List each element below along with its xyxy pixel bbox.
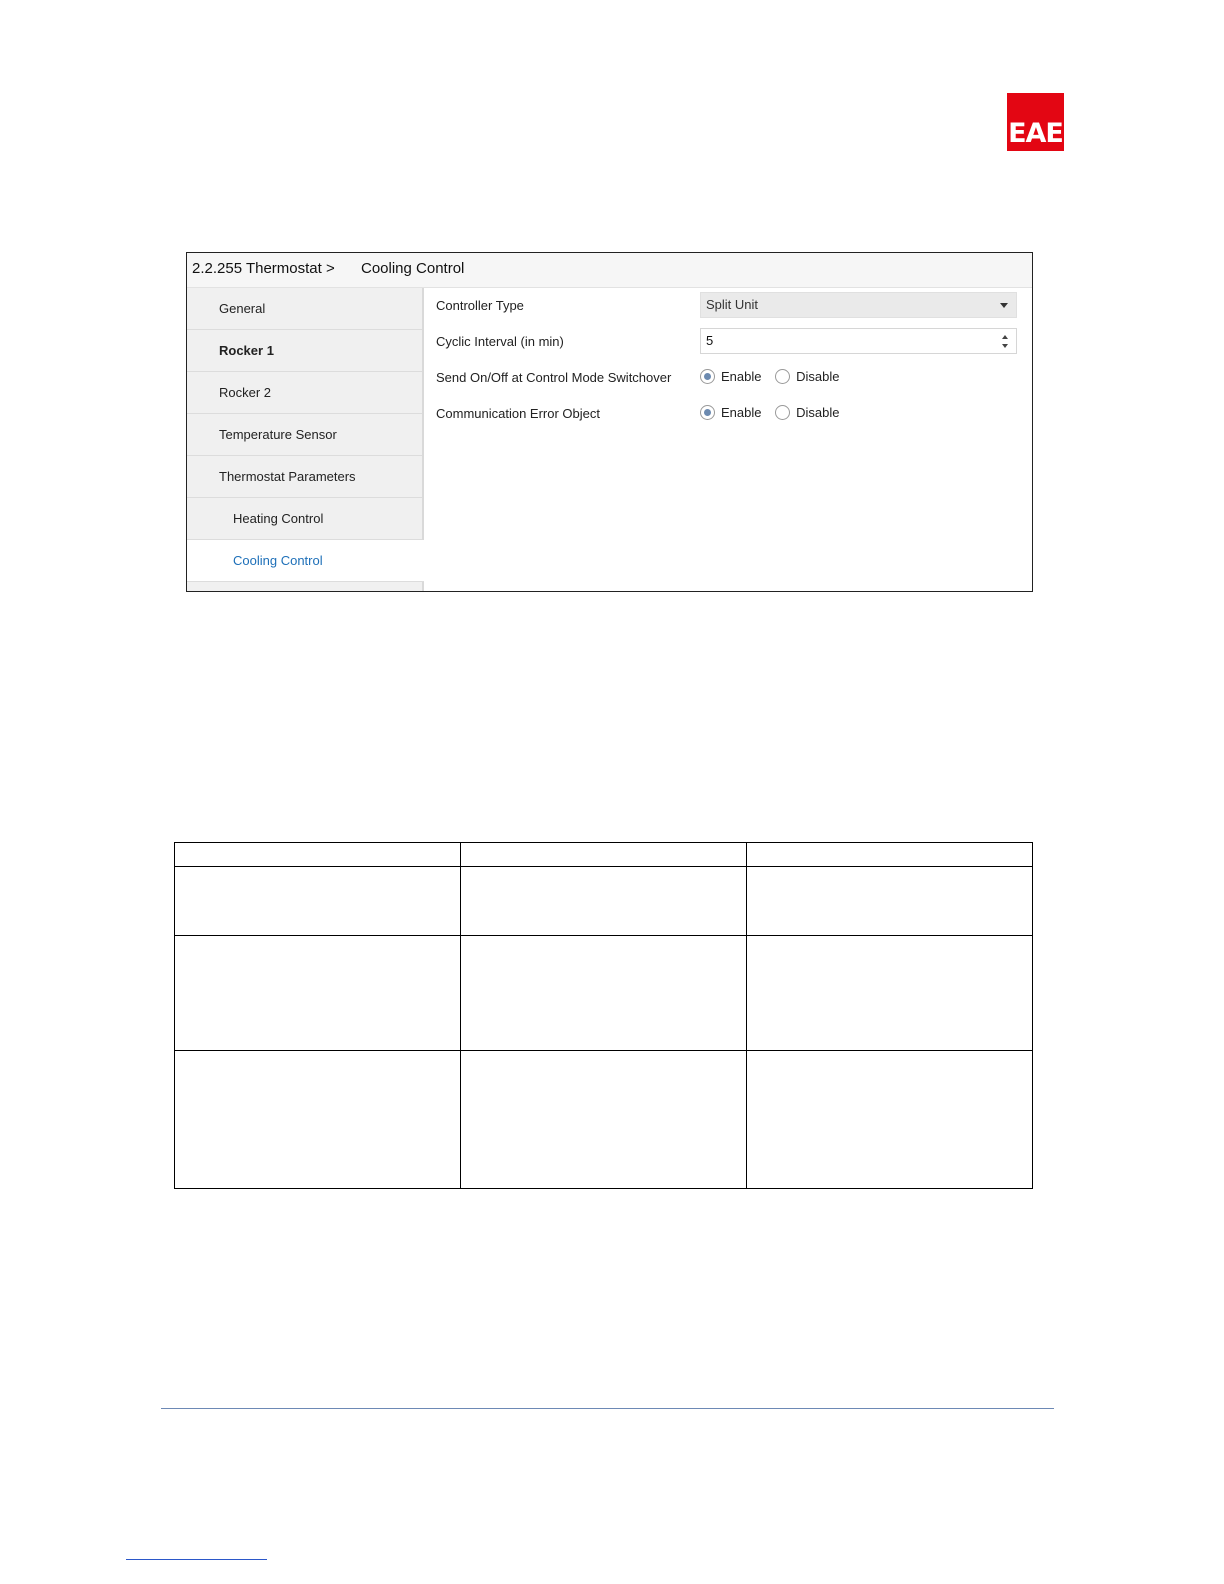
table-cell (459, 935, 748, 1051)
table-cell (174, 866, 461, 936)
table-row (174, 935, 1033, 1051)
table-cell (459, 866, 748, 936)
comm-error-enable-radio[interactable] (700, 405, 715, 421)
cyclic-interval-stepper[interactable]: 5 (700, 328, 1017, 354)
table-cell (746, 842, 1033, 867)
send-onoff-disable-label[interactable]: Disable (796, 369, 839, 384)
table-cell (174, 842, 461, 867)
parameter-window: 2.2.255 Thermostat > Cooling Control Gen… (186, 252, 1033, 592)
table-header-row (174, 842, 1033, 867)
sidebar-item-temperature-sensor[interactable]: Temperature Sensor (187, 414, 422, 456)
sidebar-item-heating-control[interactable]: Heating Control (187, 498, 422, 540)
table-cell (746, 935, 1033, 1051)
controller-type-label: Controller Type (436, 298, 524, 313)
logo-text: EAE (1008, 118, 1064, 149)
footer-divider (161, 1408, 1054, 1409)
breadcrumb: 2.2.255 Thermostat > Cooling Control (187, 253, 1032, 288)
breadcrumb-device[interactable]: 2.2.255 Thermostat > (192, 260, 335, 277)
sidebar-item-thermostat-parameters[interactable]: Thermostat Parameters (187, 456, 422, 498)
footer-link-underline[interactable] (126, 1559, 267, 1560)
comm-error-disable-radio[interactable] (775, 405, 791, 421)
table-row (174, 866, 1033, 936)
cyclic-interval-value[interactable]: 5 (706, 333, 713, 348)
eae-logo: EAE (1007, 93, 1064, 151)
table-cell (746, 1050, 1033, 1189)
table-row (174, 1050, 1033, 1189)
send-onoff-enable-radio[interactable] (700, 369, 715, 385)
comm-error-radio-group: Enable Disable (700, 404, 849, 421)
parameter-sidebar: General Rocker 1 Rocker 2 Temperature Se… (187, 288, 424, 591)
sidebar-item-rocker-2[interactable]: Rocker 2 (187, 372, 422, 414)
breadcrumb-section: Cooling Control (361, 260, 465, 277)
controller-type-select[interactable]: Split Unit (700, 292, 1017, 318)
send-onoff-radio-group: Enable Disable (700, 368, 849, 385)
chevron-down-icon[interactable] (1000, 303, 1008, 308)
parameter-content: Controller Type Split Unit Cyclic Interv… (424, 288, 1032, 591)
send-onoff-disable-radio[interactable] (775, 369, 791, 385)
parameter-table (174, 842, 1033, 1189)
sidebar-item-rocker-1[interactable]: Rocker 1 (187, 330, 422, 372)
sidebar-item-general[interactable]: General (187, 288, 422, 330)
table-cell (174, 1050, 461, 1189)
comm-error-disable-label[interactable]: Disable (796, 405, 839, 420)
table-cell (459, 1050, 748, 1189)
send-onoff-label: Send On/Off at Control Mode Switchover (436, 370, 672, 385)
table-cell (746, 866, 1033, 936)
comm-error-enable-label[interactable]: Enable (721, 405, 761, 420)
sidebar-item-cooling-control[interactable]: Cooling Control (187, 540, 424, 582)
table-cell (174, 935, 461, 1051)
stepper-up-icon[interactable] (1002, 335, 1008, 339)
stepper-down-icon[interactable] (1002, 344, 1008, 348)
send-onoff-enable-label[interactable]: Enable (721, 369, 761, 384)
table-cell (459, 842, 748, 867)
comm-error-label: Communication Error Object (436, 406, 600, 421)
cyclic-interval-label: Cyclic Interval (in min) (436, 334, 564, 349)
controller-type-value: Split Unit (706, 297, 759, 312)
